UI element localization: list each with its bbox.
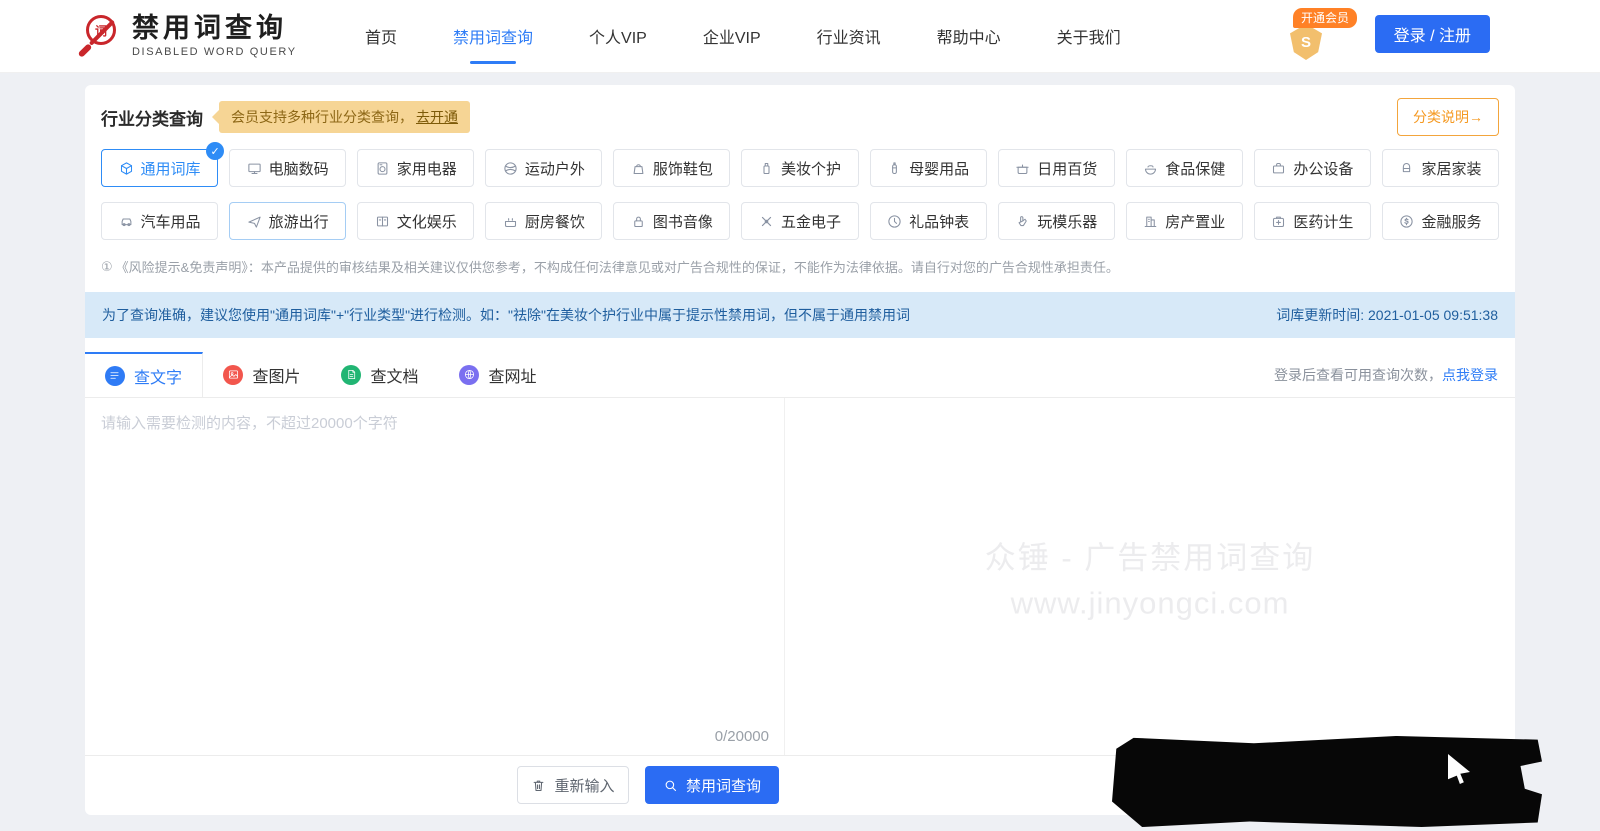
category-chips-row1: 通用词库 ✓ 电脑数码 家用电器 运动户外 服饰鞋包 美妆个护 母婴用品 日用百货 食品保健 办公设… <box>101 142 1500 187</box>
category-chip-furniture[interactable]: 家居家装 <box>1381 149 1500 187</box>
feeder-icon <box>887 161 902 176</box>
category-chip-washer[interactable]: 家用电器 <box>357 149 475 187</box>
text-tab-icon <box>104 365 125 386</box>
hand-icon <box>1015 214 1030 229</box>
logo-title: 禁用词查询 <box>132 13 287 44</box>
category-chip-monitor[interactable]: 电脑数码 <box>229 149 347 187</box>
category-chips-row2: 汽车用品 旅游出行 文化娱乐 厨房餐饮 图书音像 五金电子 礼品钟表 玩模乐器 房产置业 医药计生… <box>101 202 1500 240</box>
member-badge[interactable]: 开通会员 <box>1292 8 1357 28</box>
category-chip-cooking[interactable]: 厨房餐饮 <box>485 202 603 240</box>
search-icon <box>663 778 678 793</box>
food-icon <box>1143 161 1158 176</box>
cooking-icon <box>503 214 518 229</box>
banned-word-search-button[interactable]: 禁用词查询 <box>645 766 779 804</box>
category-chip-bottle[interactable]: 美妆个护 <box>741 149 859 187</box>
screenshot-dark-overlay <box>1112 736 1542 827</box>
monitor-icon <box>247 161 262 176</box>
nav-item-5[interactable]: 帮助中心 <box>935 0 1003 75</box>
briefcase-icon <box>1271 161 1286 176</box>
category-chip-medkit[interactable]: 医药计生 <box>1253 202 1371 240</box>
wordbank-update-time: 词库更新时间: 2021-01-05 09:51:38 <box>1276 307 1498 323</box>
pot-icon <box>1015 161 1030 176</box>
coin-icon <box>1399 214 1414 229</box>
category-chip-bag[interactable]: 服饰鞋包 <box>613 149 731 187</box>
main-nav: 首页 禁用词查询 个人VIP 企业VIP 行业资讯 帮助中心 关于我们 <box>363 0 1123 75</box>
trash-icon <box>531 778 546 793</box>
watermark: 众锤 - 广告禁用词查询 www.jinyongci.com <box>984 540 1316 620</box>
category-chip-car[interactable]: 汽车用品 <box>101 202 219 240</box>
login-hint: 登录后查看可用查询次数，点我登录 <box>1274 366 1498 383</box>
info-circle-icon: ① <box>101 258 113 274</box>
tab-text[interactable]: 查文字 <box>85 352 203 397</box>
docfile-tab-icon <box>341 364 362 385</box>
category-chip-media[interactable]: 图书音像 <box>613 202 731 240</box>
category-panel-title: 行业分类查询 <box>101 109 203 129</box>
risk-disclaimer: ① 《风险提示&免责声明》：本产品提供的审核结果及相关建议仅供您参考，不构成任何… <box>101 258 1119 276</box>
washer-icon <box>375 161 390 176</box>
site-logo[interactable]: 词 禁用词查询 DISABLED WORD QUERY <box>77 13 315 59</box>
category-chip-cube[interactable]: 通用词库 ✓ <box>101 142 225 187</box>
category-chip-plane[interactable]: 旅游出行 <box>229 202 347 240</box>
bag-icon <box>631 161 646 176</box>
category-chip-pot[interactable]: 日用百货 <box>997 149 1115 187</box>
ball-icon <box>503 161 518 176</box>
result-pane: 众锤 - 广告禁用词查询 www.jinyongci.com <box>785 398 1515 755</box>
clock-icon <box>887 214 902 229</box>
category-chip-food[interactable]: 食品保健 <box>1125 149 1243 187</box>
selected-check-icon: ✓ <box>206 142 225 160</box>
cube-icon <box>119 161 134 176</box>
nav-item-3[interactable]: 企业VIP <box>701 0 763 75</box>
nav-item-1[interactable]: 禁用词查询 <box>451 0 535 75</box>
plane-icon <box>247 214 262 229</box>
query-tabs: 查文字 查图片 查文档 查网址 登录后查看可用查询次数，点我登录 <box>85 352 1515 398</box>
category-chip-hand[interactable]: 玩模乐器 <box>997 202 1115 240</box>
car-icon <box>119 214 134 229</box>
cursor-arrow-icon <box>1448 754 1470 784</box>
media-icon <box>631 214 646 229</box>
text-input-pane: 0/20000 <box>85 398 785 755</box>
furniture-icon <box>1399 161 1414 176</box>
category-chip-coin[interactable]: 金融服务 <box>1381 202 1500 240</box>
category-chip-ball[interactable]: 运动户外 <box>485 149 603 187</box>
reset-input-button[interactable]: 重新输入 <box>517 766 629 804</box>
globe-tab-icon <box>459 364 480 385</box>
logo-magnifier-icon: 词 <box>77 13 122 59</box>
category-chip-book[interactable]: 文化娱乐 <box>357 202 475 240</box>
category-chip-building[interactable]: 房产置业 <box>1125 202 1243 240</box>
member-tip-bubble: 会员支持多种行业分类查询， 去开通 <box>219 101 470 133</box>
login-register-button[interactable]: 登录 / 注册 <box>1374 15 1490 53</box>
char-counter: 0/20000 <box>714 728 769 745</box>
usage-notice-bar: 为了查询准确，建议您使用"通用词库"+"行业类型"进行检测。如："祛除"在美妆个… <box>85 292 1515 338</box>
tab-globe[interactable]: 查网址 <box>439 352 557 397</box>
tab-docfile[interactable]: 查文档 <box>321 352 439 397</box>
tools-icon <box>759 214 774 229</box>
nav-item-2[interactable]: 个人VIP <box>587 0 649 75</box>
nav-item-4[interactable]: 行业资讯 <box>815 0 883 75</box>
category-chip-feeder[interactable]: 母婴用品 <box>869 149 987 187</box>
detect-text-input[interactable] <box>101 412 768 707</box>
book-icon <box>375 214 390 229</box>
member-shield-icon[interactable]: S <box>1290 24 1322 60</box>
tab-image[interactable]: 查图片 <box>203 352 321 397</box>
category-chip-clock[interactable]: 礼品钟表 <box>869 202 987 240</box>
category-chip-tools[interactable]: 五金电子 <box>741 202 859 240</box>
building-icon <box>1143 214 1158 229</box>
top-navbar: 词 禁用词查询 DISABLED WORD QUERY 首页禁用词查询个人VIP… <box>0 0 1600 72</box>
open-membership-link[interactable]: 去开通 <box>416 109 458 125</box>
notice-text: 为了查询准确，建议您使用"通用词库"+"行业类型"进行检测。如："祛除"在美妆个… <box>102 307 910 323</box>
logo-subtitle: DISABLED WORD QUERY <box>132 45 297 58</box>
category-chip-briefcase[interactable]: 办公设备 <box>1253 149 1371 187</box>
nav-item-0[interactable]: 首页 <box>363 0 399 75</box>
header-right: S 开通会员 登录 / 注册 <box>1240 0 1600 72</box>
industry-category-panel: 行业分类查询 会员支持多种行业分类查询， 去开通 分类说明→ 通用词库 ✓ 电脑数码家… <box>85 85 1515 292</box>
nav-item-6[interactable]: 关于我们 <box>1055 0 1123 75</box>
category-explain-button[interactable]: 分类说明→ <box>1397 98 1499 136</box>
medkit-icon <box>1271 214 1286 229</box>
click-to-login-link[interactable]: 点我登录 <box>1442 367 1498 383</box>
bottle-icon <box>759 161 774 176</box>
image-tab-icon <box>223 364 244 385</box>
